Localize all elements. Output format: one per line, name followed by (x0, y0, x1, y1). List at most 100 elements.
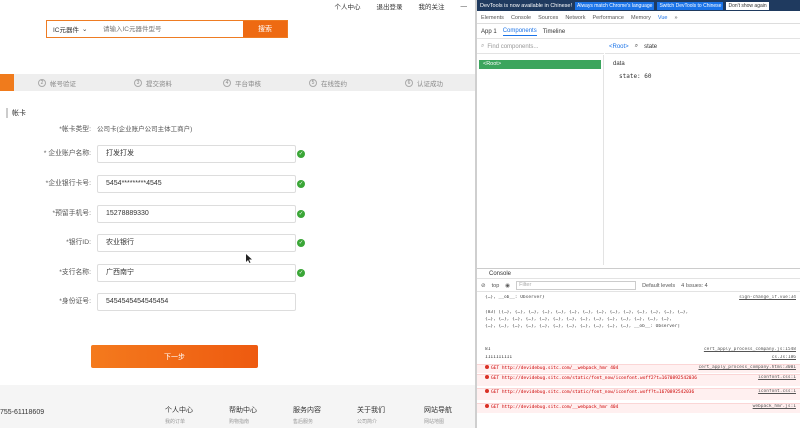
console-line: (83) [{…}, {…}, {…}, {…}, {…}, {…}, {…},… (477, 310, 800, 316)
footer-column-title[interactable]: 帮助中心 (229, 405, 257, 415)
footer-link[interactable]: 我的订单 (165, 418, 193, 425)
step-number: 4 (223, 78, 231, 87)
tab-performance[interactable]: Performance (592, 15, 624, 21)
language-notice-bar: DevTools is now available in Chinese! Al… (477, 0, 800, 11)
form-row-account-type: *帐卡类型: 公司卡(企业账户公司主体工商户) (0, 121, 475, 139)
console-source-link[interactable]: webpack_hmr.js:1 (753, 404, 796, 410)
footer-column: 帮助中心 购物指南 (229, 405, 257, 425)
field-label: *银行ID: (66, 239, 91, 246)
footer-column-title[interactable]: 网站导航 (424, 405, 452, 415)
tab-vue[interactable]: Vue (658, 15, 668, 21)
console-text: GET http://devidebug.sitc.com/static/fon… (491, 390, 695, 395)
tab-network[interactable]: Network (565, 15, 585, 21)
console-source-link[interactable]: cert_apply_process_company.js:1548 (704, 347, 796, 353)
section-heading: 帐卡 (6, 107, 26, 119)
search-category-select[interactable]: IC元器件 ⌄ (47, 24, 97, 34)
dont-show-again-button[interactable]: Don't show again (726, 1, 769, 10)
switch-language-button[interactable]: Switch DevTools to Chinese (657, 1, 724, 10)
step-label: 帐号验证 (50, 80, 76, 88)
console-toolbar: ⊘ top ◉ Filter Default levels 4 Issues: … (477, 280, 800, 292)
section-title: 帐卡 (12, 110, 26, 117)
vue-tab-timeline[interactable]: Timeline (543, 29, 565, 35)
find-components-placeholder: Find components... (487, 43, 539, 50)
check-circle-icon: ✓ (297, 239, 305, 247)
footer-column: 网站导航 网站地图 (424, 405, 452, 425)
state-section-data[interactable]: data (613, 61, 625, 67)
devtools-panel: DevTools is now available in Chinese! Al… (477, 0, 800, 428)
issues-count[interactable]: 4 Issues: 4 (681, 283, 708, 289)
account-type-value: 公司卡(企业账户公司主体工商户) (97, 126, 193, 133)
nav-my-follow[interactable]: 我的关注 (419, 1, 445, 11)
console-text: GET http://devidebug.sitc.com/__webpack_… (491, 405, 619, 410)
vue-tab-components[interactable]: Components (502, 28, 537, 36)
footer-column-title[interactable]: 关于我们 (357, 405, 385, 415)
footer-link[interactable]: 购物指南 (229, 418, 257, 425)
component-breadcrumb: <Root> ⌕ state (605, 40, 800, 54)
bank-card-input[interactable]: 5454*********4545 (97, 175, 296, 193)
nav-more[interactable]: — (461, 3, 468, 10)
component-state: data state: 60 (605, 55, 800, 265)
tab-more[interactable]: » (674, 15, 677, 21)
console-source-link[interactable]: sign-change_if.vue:34 (739, 295, 796, 301)
step-number: 6 (405, 78, 413, 87)
field-label: * 企业账户名称: (43, 150, 91, 157)
eye-icon[interactable]: ◉ (505, 283, 510, 289)
tab-elements[interactable]: Elements (481, 15, 504, 21)
search-bar: IC元器件 ⌄ 搜索 (46, 20, 288, 38)
console-line: {…}, __ob__: Observer} sign-change_if.vu… (477, 295, 800, 301)
state-filter[interactable]: state (644, 44, 657, 50)
footer-link[interactable]: 公司简介 (357, 418, 385, 425)
step-number: 2 (38, 78, 46, 87)
step-label: 提交资料 (146, 80, 172, 88)
search-input[interactable] (97, 21, 243, 37)
console-drawer-tab[interactable]: Console (477, 268, 800, 279)
app-selector[interactable]: App 1 (481, 29, 497, 35)
company-name-input[interactable]: 打发打发 (97, 145, 296, 163)
console-filter-input[interactable]: Filter (516, 281, 637, 290)
branch-name-input[interactable]: 广西南宁 (97, 264, 296, 282)
phone-input[interactable]: 15278889330 (97, 205, 296, 223)
console-error-line: GET http://devidebug.sitc.com/static/fon… (477, 374, 800, 386)
bank-id-input[interactable]: 农业银行 (97, 234, 296, 252)
step-label: 认证成功 (417, 80, 443, 88)
log-levels-select[interactable]: Default levels (642, 283, 675, 289)
console-text: {…}, {…}, {…}, {…}, {…}, {…}, {…}, {…}, … (485, 324, 681, 329)
console-text: GET http://devidebug.sitc.com/__webpack_… (491, 366, 619, 371)
console-line: 81 cert_apply_process_company.js:1548 (477, 347, 800, 353)
footer-link[interactable]: 网站地图 (424, 418, 452, 425)
tab-sources[interactable]: Sources (538, 15, 558, 21)
step-online-sign: 5 在线签约 (309, 74, 347, 91)
section-bar (6, 108, 8, 118)
nav-personal-center[interactable]: 个人中心 (335, 1, 361, 11)
clear-console-icon[interactable]: ⊘ (481, 283, 486, 289)
step-auth-success: 6 认证成功 (405, 74, 443, 91)
search-button[interactable]: 搜索 (243, 21, 287, 37)
nav-logout[interactable]: 退出登录 (377, 1, 403, 11)
footer-link[interactable]: 售后服务 (293, 418, 321, 425)
id-number-input[interactable]: 5454545454545454 (97, 293, 296, 311)
match-language-button[interactable]: Always match Chrome's language (575, 1, 655, 10)
devtools-tabs: Elements Console Sources Network Perform… (477, 12, 800, 24)
step-number: 3 (134, 78, 142, 87)
console-source-link[interactable]: iconfont.css:1 (758, 375, 796, 381)
tree-item-root[interactable]: <Root> (479, 60, 601, 69)
console-error-line: GET http://devidebug.sitc.com/__webpack_… (477, 403, 800, 413)
context-select[interactable]: top (492, 283, 500, 289)
error-icon (485, 365, 489, 369)
console-source-link[interactable]: cert_apply_process_company.html:3001 (698, 365, 796, 371)
footer: 755-61118609 个人中心 我的订单 帮助中心 购物指南 服务内容 售后… (0, 385, 475, 428)
tab-memory[interactable]: Memory (631, 15, 651, 21)
footer-column-title[interactable]: 个人中心 (165, 405, 193, 415)
find-components-field[interactable]: ⌕ Find components... (477, 40, 604, 54)
search-icon: ⌕ (481, 43, 485, 49)
chevron-down-icon: ⌄ (82, 26, 88, 33)
form-row-bank-id: *银行ID: 农业银行 ✓ (0, 234, 475, 252)
console-source-link[interactable]: iconfont.css:1 (758, 389, 796, 395)
step-number: 5 (309, 78, 317, 87)
check-circle-icon: ✓ (297, 150, 305, 158)
footer-column-title[interactable]: 服务内容 (293, 405, 321, 415)
next-step-button[interactable]: 下一步 (91, 345, 258, 368)
console-source-link[interactable]: cs.Js:186 (772, 355, 796, 361)
tab-console[interactable]: Console (511, 15, 531, 21)
crumb-root[interactable]: <Root> (609, 44, 629, 50)
